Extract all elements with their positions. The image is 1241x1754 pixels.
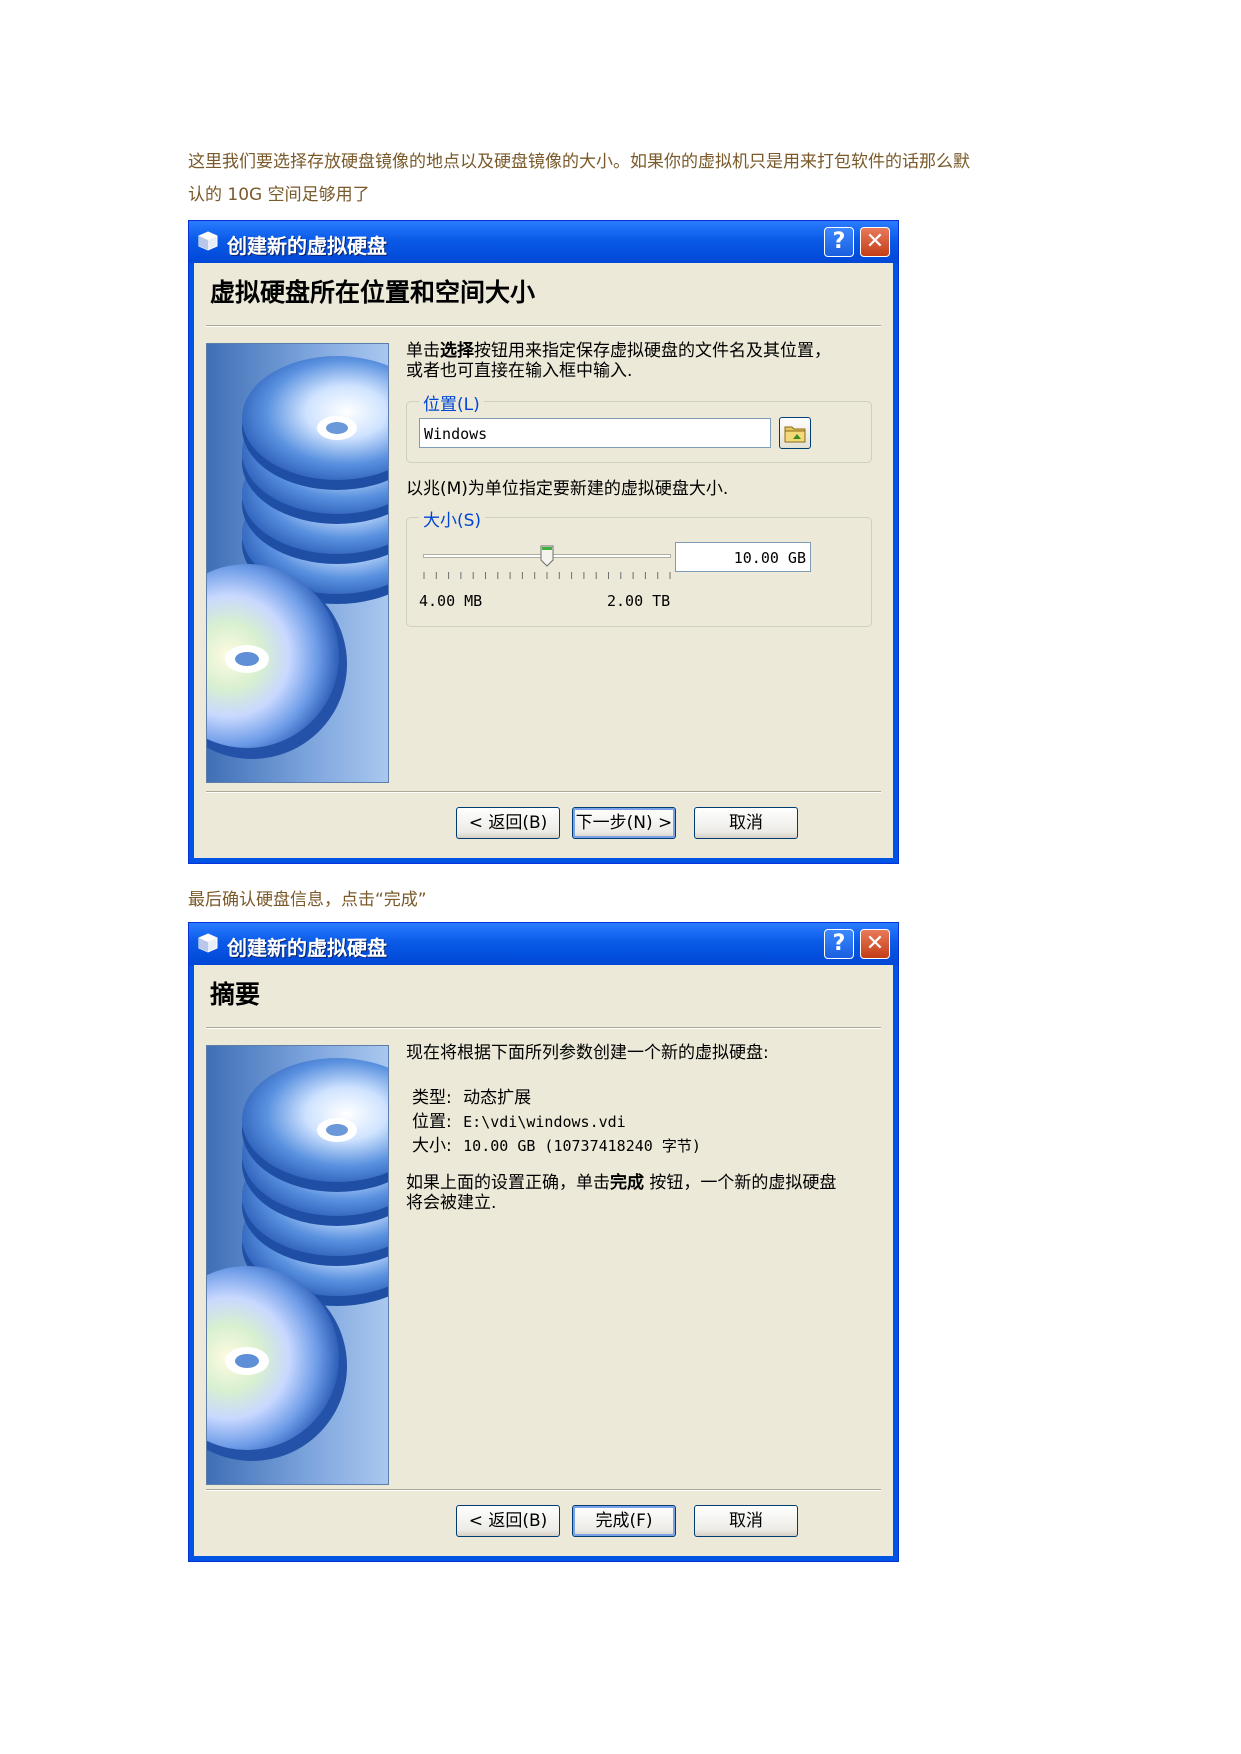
size-slider-thumb[interactable] — [540, 545, 554, 567]
virtualbox-icon — [198, 933, 218, 953]
help-button[interactable]: ? — [824, 227, 854, 257]
cancel-button[interactable]: 取消 — [694, 1505, 798, 1537]
location-key: 位置: — [412, 1112, 452, 1132]
note-text: 如果上面的设置正确，单击 — [406, 1173, 610, 1193]
type-key: 类型: — [412, 1088, 452, 1108]
disk-stack-illustration — [206, 343, 389, 783]
size-group: 大小(S) 4.00 MB 2.00 TB 10.00 GB — [406, 506, 872, 627]
summary-size-row: 大小: 10.00 GB (10737418240 字节) — [412, 1131, 701, 1156]
caption-confirm: 最后确认硬盘信息，点击“完成” — [188, 890, 427, 910]
window-title: 创建新的虚拟硬盘 — [227, 234, 387, 258]
cancel-button[interactable]: 取消 — [694, 807, 798, 839]
dialog-body: 摘要 现在将根据下面所列参数创建一个新的虚拟硬盘: 类型: 动态扩展 位置: E… — [194, 965, 893, 1556]
type-value: 动态扩展 — [463, 1088, 532, 1108]
folder-icon — [784, 426, 806, 443]
divider — [206, 1027, 881, 1029]
divider — [206, 325, 881, 327]
disk-stack-icon — [207, 356, 388, 759]
size-input[interactable]: 10.00 GB — [675, 542, 811, 572]
size-key: 大小: — [412, 1136, 452, 1156]
slider-max-label: 2.00 TB — [607, 592, 671, 610]
title-bar[interactable]: 创建新的虚拟硬盘 ? ✕ — [189, 221, 898, 263]
size-label: 大小(S) — [419, 506, 486, 531]
page-heading: 摘要 — [210, 980, 261, 1009]
close-button[interactable]: ✕ — [860, 929, 890, 959]
location-input[interactable]: Windows — [419, 418, 771, 448]
caption-line-1: 这里我们要选择存放硬盘镜像的地点以及硬盘镜像的大小。如果你的虚拟机只是用来打包软… — [188, 152, 970, 172]
location-group: 位置(L) Windows — [406, 390, 872, 463]
dialog-body: 虚拟硬盘所在位置和空间大小 单击选择按钮用来指定保存虚拟硬盘的文件名及其位置，或… — [194, 263, 893, 858]
location-value: E:\vdi\windows.vdi — [463, 1113, 626, 1131]
browse-folder-button[interactable] — [779, 417, 811, 449]
title-bar[interactable]: 创建新的虚拟硬盘 ? ✕ — [189, 923, 898, 965]
summary-type-row: 类型: 动态扩展 — [412, 1083, 531, 1108]
summary-location-row: 位置: E:\vdi\windows.vdi — [412, 1107, 626, 1132]
divider — [206, 1489, 881, 1491]
create-disk-dialog-summary: 创建新的虚拟硬盘 ? ✕ 摘要 现在将根据下面所列参数创建一个新的虚拟硬盘: 类… — [188, 922, 899, 1562]
slider-ticks — [423, 572, 671, 579]
window-title: 创建新的虚拟硬盘 — [227, 936, 387, 960]
summary-intro: 现在将根据下面所列参数创建一个新的虚拟硬盘: — [406, 1043, 769, 1063]
caption-line-2: 认的 10G 空间足够用了 — [188, 185, 370, 205]
location-label: 位置(L) — [419, 390, 484, 415]
note-bold: 完成 — [610, 1173, 644, 1193]
disk-stack-illustration — [206, 1045, 389, 1485]
size-description: 以兆(M)为单位指定要新建的虚拟硬盘大小. — [406, 479, 729, 499]
location-description: 单击选择按钮用来指定保存虚拟硬盘的文件名及其位置，或者也可直接在输入框中输入. — [406, 341, 846, 381]
caption-intro: 这里我们要选择存放硬盘镜像的地点以及硬盘镜像的大小。如果你的虚拟机只是用来打包软… — [188, 146, 1068, 212]
help-button[interactable]: ? — [824, 929, 854, 959]
desc-bold: 选择 — [440, 341, 474, 361]
page-heading: 虚拟硬盘所在位置和空间大小 — [210, 278, 536, 307]
virtualbox-icon — [198, 231, 218, 251]
next-button[interactable]: 下一步(N) > — [572, 807, 676, 839]
disk-stack-icon — [207, 1058, 388, 1461]
create-disk-dialog-location: 创建新的虚拟硬盘 ? ✕ 虚拟硬盘所在位置和空间大小 单击选择按钮用来指定保存虚… — [188, 220, 899, 864]
size-value: 10.00 GB (10737418240 字节) — [463, 1137, 701, 1155]
slider-min-label: 4.00 MB — [419, 592, 483, 610]
desc-text: 单击 — [406, 341, 440, 361]
summary-note: 如果上面的设置正确，单击完成 按钮，一个新的虚拟硬盘将会被建立. — [406, 1173, 846, 1213]
back-button[interactable]: < 返回(B) — [456, 1505, 560, 1537]
close-button[interactable]: ✕ — [860, 227, 890, 257]
finish-button[interactable]: 完成(F) — [572, 1505, 676, 1537]
divider — [206, 791, 881, 793]
back-button[interactable]: < 返回(B) — [456, 807, 560, 839]
